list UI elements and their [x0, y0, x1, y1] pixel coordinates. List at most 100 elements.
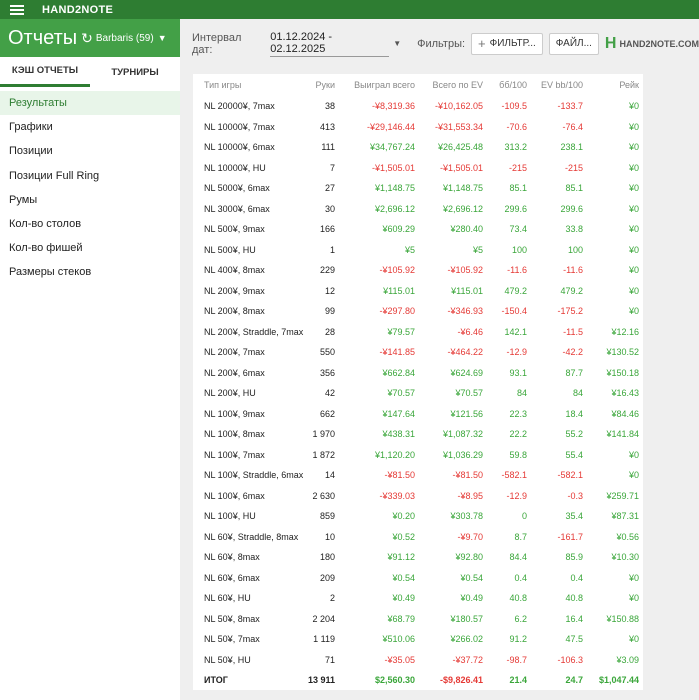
report-menu: Результаты Графики Позиции Позиции Full … [0, 91, 180, 285]
column-header[interactable]: бб/100 [487, 74, 531, 96]
column-header[interactable]: Всего по EV [419, 74, 487, 96]
table-cell: -¥29,146.44 [366, 121, 415, 132]
table-cell: ¥0 [628, 593, 639, 604]
table-cell: ¥92.80 [455, 552, 483, 563]
table-cell: -12.9 [506, 490, 527, 501]
table-cell: 27 [324, 183, 335, 194]
table-cell: ¥0 [628, 101, 639, 112]
table-row[interactable]: NL 10000¥, 6max 111 ¥34,767.24 ¥26,425.48 31… [193, 137, 643, 158]
column-header[interactable]: EV bb/100 [531, 74, 587, 96]
sidebar-item-positions-full-ring[interactable]: Позиции Full Ring [0, 164, 180, 188]
table-row[interactable]: NL 3000¥, 6max 30 ¥2,696.12 ¥2,696.12 299.6 2… [193, 199, 643, 220]
table-cell: 10 [324, 531, 335, 542]
table-cell: ¥0 [628, 224, 639, 235]
player-selector[interactable]: Barbaris (59) [96, 33, 154, 44]
table-cell: ¥0 [628, 572, 639, 583]
column-header[interactable]: Тип игры [193, 74, 307, 96]
tab-cash-reports[interactable]: КЭШ ОТЧЕТЫ [0, 57, 90, 87]
table-row[interactable]: NL 200¥, 9max 12 ¥115.01 ¥115.01 479.2 479.2 ¥… [193, 281, 643, 302]
chevron-down-icon[interactable]: ▼ [158, 33, 167, 43]
table-cell: 22.2 [509, 429, 527, 440]
table-row[interactable]: NL 10000¥, 7max 413 -¥29,146.44 -¥31,553.34… [193, 117, 643, 138]
sidebar-item-graphs[interactable]: Графики [0, 115, 180, 139]
table-cell: -¥141.85 [379, 347, 415, 358]
table-row[interactable]: NL 100¥, 7max 1 872 ¥1,120.20 ¥1,036.29 59.8… [193, 445, 643, 466]
file-button[interactable]: ФАЙЛ... [548, 32, 599, 55]
table-cell: ¥0.49 [392, 593, 415, 604]
table-cell: 55.4 [565, 449, 583, 460]
app-title: HAND2NOTE [42, 3, 114, 16]
table-cell: ¥1,036.29 [442, 449, 483, 460]
table-cell: 313.2 [504, 142, 527, 153]
sidebar-item-chip-count[interactable]: Кол-во фишей [0, 236, 180, 260]
table-cell: 413 [319, 121, 335, 132]
table-row[interactable]: NL 200¥, HU 42 ¥70.57 ¥70.57 84 84 ¥16.43 [193, 383, 643, 404]
logo-text: HAND2NOTE.COM [619, 38, 699, 49]
table-cell: NL 50¥, HU [204, 654, 251, 665]
sidebar-item-positions[interactable]: Позиции [0, 139, 180, 163]
table-row[interactable]: NL 100¥, HU 859 ¥0.20 ¥303.78 0 35.4 ¥87.31 [193, 506, 643, 527]
table-row[interactable]: NL 200¥, 8max 99 -¥297.80 -¥346.93 -150.4 -17… [193, 301, 643, 322]
column-header[interactable]: Рейк [587, 74, 643, 96]
table-cell: NL 500¥, 9max [204, 224, 265, 235]
table-cell: NL 60¥, 8max [204, 552, 260, 563]
tab-tournaments[interactable]: ТУРНИРЫ [90, 57, 180, 87]
filter-button[interactable]: + ФИЛЬТР... [471, 32, 543, 55]
table-row[interactable]: NL 50¥, 7max 1 119 ¥510.06 ¥266.02 91.2 47.5 ¥… [193, 629, 643, 650]
table-total-row[interactable]: ИТОГ 13 911 $2,560.30 -$9,826.41 21.4 24.7 $1,… [193, 670, 643, 691]
table-row[interactable]: NL 50¥, HU 71 -¥35.05 -¥37.72 -98.7 -106.3 ¥3.… [193, 650, 643, 671]
table-cell: 2 630 [312, 490, 335, 501]
sidebar-item-results[interactable]: Результаты [0, 91, 180, 116]
table-row[interactable]: NL 500¥, 9max 166 ¥609.29 ¥280.40 73.4 33.8 ¥0 [193, 219, 643, 240]
table-cell: -150.4 [501, 306, 527, 317]
refresh-icon[interactable]: ↻ [81, 30, 93, 47]
table-cell: ¥2,696.12 [374, 203, 415, 214]
table-cell: 73.4 [509, 224, 527, 235]
table-row[interactable]: NL 60¥, Straddle, 8max 10 ¥0.52 -¥9.70 8.7 -1… [193, 527, 643, 548]
app-top-bar: HAND2NOTE [0, 0, 699, 19]
table-row[interactable]: NL 400¥, 8max 229 -¥105.92 -¥105.92 -11.6 -11… [193, 260, 643, 281]
table-cell: -133.7 [557, 101, 583, 112]
table-cell: 38 [324, 101, 335, 112]
table-row[interactable]: NL 100¥, 8max 1 970 ¥438.31 ¥1,087.32 22.2 55… [193, 424, 643, 445]
table-cell: -11.6 [563, 265, 583, 276]
table-row[interactable]: NL 10000¥, HU 7 -¥1,505.01 -¥1,505.01 -215 -2… [193, 158, 643, 179]
table-cell: ¥130.52 [606, 347, 639, 358]
table-cell: -¥10,162.05 [434, 101, 483, 112]
table-cell: 85.9 [565, 552, 583, 563]
column-header[interactable]: Выиграл всего [339, 74, 419, 96]
table-row[interactable]: NL 50¥, 8max 2 204 ¥68.79 ¥180.57 6.2 16.4 ¥15… [193, 609, 643, 630]
table-row[interactable]: NL 60¥, HU 2 ¥0.49 ¥0.49 40.8 40.8 ¥0 [193, 588, 643, 609]
table-cell: -98.7 [506, 654, 527, 665]
table-row[interactable]: NL 500¥, HU 1 ¥5 ¥5 100 100 ¥0 [193, 240, 643, 261]
table-cell: NL 200¥, Straddle, 7max [204, 326, 304, 337]
sidebar-item-stack-sizes[interactable]: Размеры стеков [0, 260, 180, 284]
table-row[interactable]: NL 200¥, 6max 356 ¥662.84 ¥624.69 93.1 87.7 ¥1… [193, 363, 643, 384]
table-row[interactable]: NL 100¥, Straddle, 6max 14 -¥81.50 -¥81.50 -… [193, 465, 643, 486]
table-cell: -¥35.05 [384, 654, 415, 665]
table-cell: ИТОГ [204, 675, 228, 686]
table-row[interactable]: NL 20000¥, 7max 38 -¥8,319.36 -¥10,162.05 -1… [193, 96, 643, 117]
sidebar-item-table-count[interactable]: Кол-во столов [0, 212, 180, 236]
table-cell: 356 [319, 367, 335, 378]
table-cell: ¥0 [628, 265, 639, 276]
column-header[interactable]: Руки [307, 74, 339, 96]
table-row[interactable]: NL 60¥, 8max 180 ¥91.12 ¥92.80 84.4 85.9 ¥10.3… [193, 547, 643, 568]
table-row[interactable]: NL 5000¥, 6max 27 ¥1,148.75 ¥1,148.75 85.1 85… [193, 178, 643, 199]
table-cell: 33.8 [565, 224, 583, 235]
chevron-down-icon[interactable]: ▼ [393, 39, 401, 48]
table-cell: NL 200¥, 9max [204, 285, 265, 296]
sidebar-item-rooms[interactable]: Румы [0, 188, 180, 212]
table-cell: -106.3 [557, 654, 583, 665]
table-row[interactable]: NL 200¥, 7max 550 -¥141.85 -¥464.22 -12.9 -42… [193, 342, 643, 363]
date-range-select[interactable]: 01.12.2024 - 02.12.2025 [270, 31, 390, 57]
table-cell: -42.2 [562, 347, 583, 358]
table-row[interactable]: NL 100¥, 6max 2 630 -¥339.03 -¥8.95 -12.9 -0.… [193, 486, 643, 507]
table-cell: NL 100¥, 9max [204, 408, 265, 419]
table-header-row: Тип игры Руки Выиграл всего Всего по EV бб/1… [193, 74, 643, 96]
menu-icon[interactable] [10, 4, 24, 15]
table-row[interactable]: NL 200¥, Straddle, 7max 28 ¥79.57 -¥6.46 142… [193, 322, 643, 343]
table-cell: 84 [516, 388, 527, 399]
table-row[interactable]: NL 100¥, 9max 662 ¥147.64 ¥121.56 22.3 18.4 ¥8… [193, 404, 643, 425]
table-row[interactable]: NL 60¥, 6max 209 ¥0.54 ¥0.54 0.4 0.4 ¥0 [193, 568, 643, 589]
